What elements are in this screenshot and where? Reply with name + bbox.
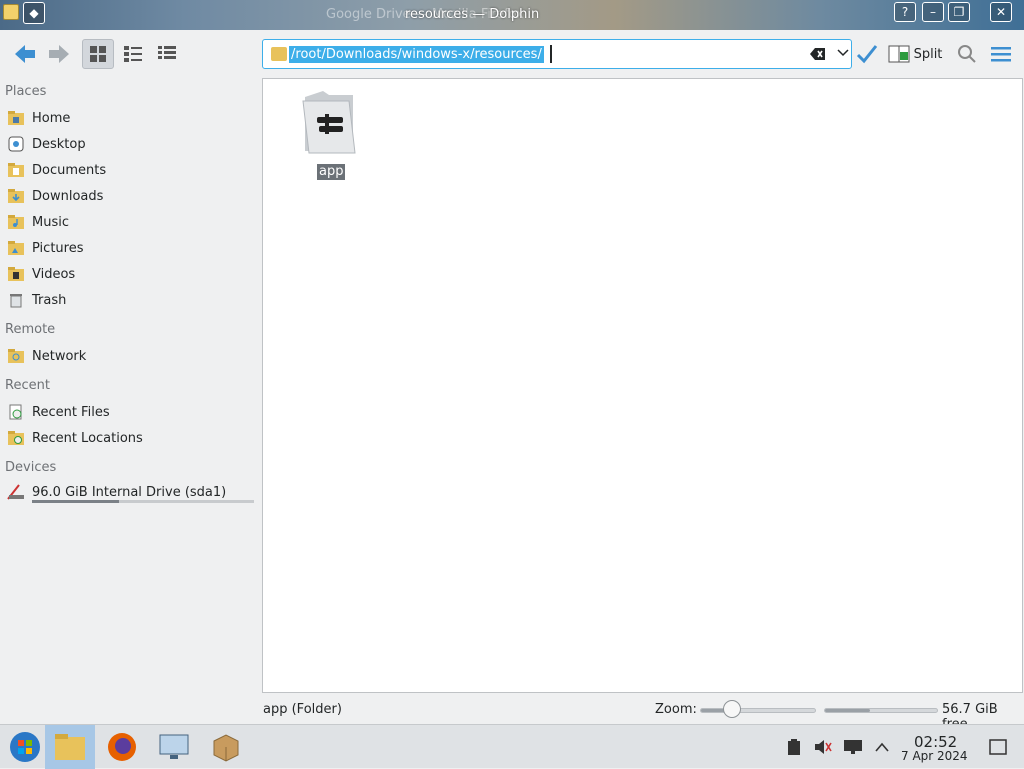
downloads-folder-icon (7, 187, 25, 205)
menu-button[interactable] (988, 39, 1014, 69)
start-orb-icon (10, 732, 40, 762)
location-path-input[interactable]: /root/Downloads/windows-x/resources/ (289, 46, 544, 63)
text-cursor-icon (550, 45, 552, 63)
drive-icon (7, 483, 25, 501)
section-title-places: Places (5, 84, 47, 99)
task-dolphin[interactable] (45, 725, 95, 769)
clipboard-icon[interactable] (784, 737, 804, 757)
sidebar-item-desktop[interactable]: Desktop (0, 132, 256, 156)
section-title-devices: Devices (5, 460, 57, 475)
show-desktop-icon[interactable] (988, 737, 1008, 757)
details-view-button[interactable] (152, 39, 182, 69)
sidebar-item-trash[interactable]: Trash (0, 288, 256, 312)
task-system-settings[interactable] (149, 725, 199, 769)
selection-status: app (Folder) (263, 702, 342, 717)
main-toolbar: /root/Downloads/windows-x/resources/ Spl… (0, 30, 1024, 78)
checkmark-icon (856, 45, 878, 64)
computer-settings-icon (159, 734, 189, 759)
compact-view-button[interactable] (118, 39, 148, 69)
recent-locations-icon (7, 429, 25, 447)
split-button[interactable]: Split (886, 39, 944, 69)
music-folder-icon (7, 213, 25, 231)
zoom-label: Zoom: (655, 702, 697, 717)
start-menu-button[interactable] (0, 725, 50, 769)
task-archive[interactable] (201, 725, 251, 769)
chevron-down-icon[interactable] (835, 45, 851, 63)
sidebar-item-downloads[interactable]: Downloads (0, 184, 256, 208)
file-view[interactable]: app (262, 78, 1023, 693)
sidebar-item-pictures[interactable]: Pictures (0, 236, 256, 260)
clock-date[interactable]: 7 Apr 2024 (901, 749, 968, 763)
volume-muted-icon[interactable] (813, 737, 833, 757)
videos-folder-icon (7, 265, 25, 283)
desktop-icon (7, 135, 25, 153)
firefox-icon (108, 733, 136, 761)
forward-button[interactable] (44, 39, 74, 69)
task-firefox[interactable] (97, 725, 147, 769)
sidebar-item-home[interactable]: Home (0, 106, 256, 130)
sidebar-item-recent-files[interactable]: Recent Files (0, 400, 256, 424)
close-button[interactable]: ✕ (990, 2, 1012, 22)
taskbar: 02:52 7 Apr 2024 (0, 724, 1024, 769)
back-button[interactable] (10, 39, 40, 69)
search-button[interactable] (954, 39, 980, 69)
zoom-slider[interactable] (700, 708, 816, 713)
sidebar-item-videos[interactable]: Videos (0, 262, 256, 286)
confirm-location-button[interactable] (854, 39, 880, 69)
places-panel: Places Home Desktop Documents Downloads … (0, 78, 258, 724)
section-title-remote: Remote (5, 322, 56, 337)
recent-files-icon (7, 403, 25, 421)
folder-icon (271, 47, 287, 61)
chevron-up-icon[interactable] (872, 737, 892, 757)
trash-icon (7, 291, 25, 309)
folder-icon (302, 91, 356, 154)
sidebar-item-network[interactable]: Network (0, 344, 256, 368)
file-manager-icon (55, 734, 85, 760)
pictures-folder-icon (7, 239, 25, 257)
network-folder-icon (7, 347, 25, 365)
status-bar: app (Folder) Zoom: 56.7 GiB free (0, 696, 1024, 732)
dolphin-app-icon (3, 4, 19, 20)
sidebar-item-music[interactable]: Music (0, 210, 256, 234)
search-icon (958, 45, 976, 63)
help-button[interactable]: ? (894, 2, 916, 22)
icons-view-icon (90, 46, 106, 62)
zoom-slider-handle[interactable] (723, 700, 741, 718)
drive-usage-bar (32, 500, 254, 503)
maximize-button[interactable]: ❐ (948, 2, 970, 22)
free-space-bar (824, 708, 938, 713)
details-view-icon (158, 46, 176, 59)
split-view-icon (888, 45, 910, 63)
home-folder-icon (7, 109, 25, 127)
section-title-recent: Recent (5, 378, 50, 393)
clear-text-icon[interactable] (810, 47, 826, 61)
compact-view-icon (124, 46, 142, 62)
folder-item-app[interactable]: app (299, 87, 359, 180)
window-titlebar[interactable]: ◆ Google Drive — Mozilla Firefox resourc… (0, 0, 1024, 30)
documents-folder-icon (7, 161, 25, 179)
location-bar[interactable]: /root/Downloads/windows-x/resources/ (262, 39, 852, 69)
hamburger-menu-icon (991, 47, 1011, 62)
network-monitor-icon[interactable] (843, 737, 863, 757)
file-name-label: app (317, 164, 346, 180)
window-menu-icon[interactable]: ◆ (23, 2, 45, 24)
sidebar-item-recent-locations[interactable]: Recent Locations (0, 426, 256, 450)
window-title: resources — Dolphin (405, 7, 540, 22)
arrow-left-icon (15, 45, 35, 63)
minimize-button[interactable]: – (922, 2, 944, 22)
split-label: Split (913, 46, 943, 62)
sidebar-item-documents[interactable]: Documents (0, 158, 256, 182)
arrow-right-icon (49, 45, 69, 63)
icons-view-button[interactable] (82, 39, 114, 69)
package-icon (213, 734, 239, 762)
